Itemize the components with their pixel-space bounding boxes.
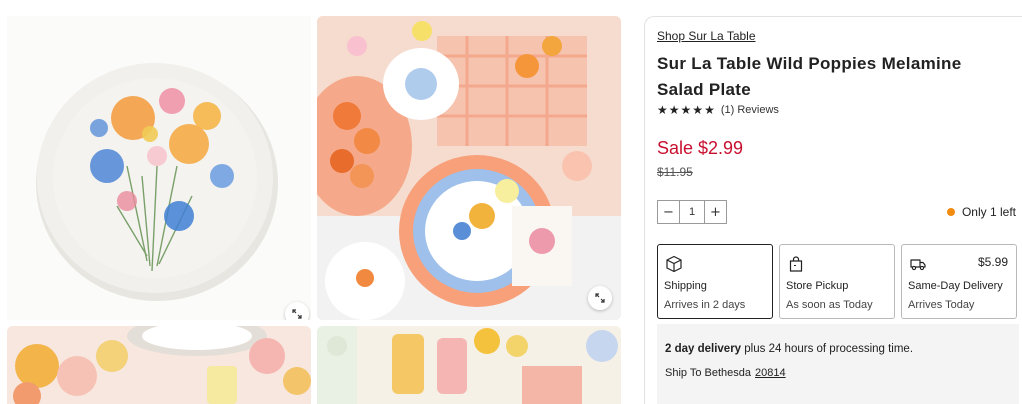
stock-text: Only 1 left <box>961 205 1016 219</box>
star-icon: ★ <box>692 103 704 117</box>
plus-icon: + <box>710 204 721 220</box>
shipping-option[interactable]: Shipping Arrives in 2 days <box>657 244 773 319</box>
gallery-thumbnail[interactable] <box>7 326 311 404</box>
minus-icon: − <box>663 204 674 220</box>
expand-image-button[interactable] <box>588 286 612 310</box>
expand-icon <box>292 309 302 319</box>
zip-code-link[interactable]: 20814 <box>755 367 786 379</box>
product-info-panel: Shop Sur La Table Sur La Table Wild Popp… <box>644 16 1022 404</box>
shipping-option-label: Shipping <box>664 280 707 292</box>
gallery-thumbnail[interactable] <box>317 326 621 404</box>
ship-to-location: Ship To Bethesda 20814 <box>665 367 786 379</box>
star-rating: ★ ★ ★ ★ ★ <box>657 104 715 116</box>
sale-price: Sale $2.99 <box>657 138 744 158</box>
quantity-input[interactable]: 1 <box>680 201 704 223</box>
delivery-estimate: 2 day delivery plus 24 hours of processi… <box>665 343 913 355</box>
shipping-option-eta: Arrives in 2 days <box>664 299 746 311</box>
increase-quantity-button[interactable]: + <box>704 201 726 223</box>
store-pickup-label: Store Pickup <box>786 280 849 292</box>
original-price: $11.95 <box>657 165 693 179</box>
star-icon: ★ <box>680 103 692 117</box>
ship-to-label: Ship To Bethesda <box>665 367 752 379</box>
stock-dot-icon <box>946 208 955 216</box>
decrease-quantity-button[interactable]: − <box>658 201 680 223</box>
expand-icon <box>595 293 605 303</box>
store-pickup-option[interactable]: Store Pickup As soon as Today <box>779 244 895 319</box>
product-rating: ★ ★ ★ ★ ★ (1) Reviews <box>657 104 779 116</box>
star-icon: ★ <box>657 103 668 117</box>
same-day-delivery-label: Same-Day Delivery <box>908 280 1003 292</box>
stock-indicator: Only 1 left <box>946 205 1016 219</box>
same-day-delivery-price: $5.99 <box>977 255 1008 269</box>
lifestyle-image[interactable] <box>317 16 621 320</box>
shop-brand-link[interactable]: Shop Sur La Table <box>657 29 756 43</box>
same-day-delivery-option[interactable]: $5.99 Same-Day Delivery Arrives Today <box>901 244 1017 319</box>
delivery-truck-icon <box>910 259 926 271</box>
quantity-stepper: − 1 + <box>657 200 727 224</box>
shopping-bag-icon <box>789 256 803 272</box>
delivery-estimate-rest: plus 24 hours of processing time. <box>741 343 914 355</box>
box-icon <box>666 255 682 273</box>
main-product-image[interactable] <box>7 16 311 320</box>
expand-image-button[interactable] <box>285 302 309 320</box>
same-day-delivery-eta: Arrives Today <box>908 299 975 311</box>
reviews-link[interactable]: (1) Reviews <box>721 104 779 116</box>
delivery-estimate-bold: 2 day delivery <box>665 343 742 355</box>
star-icon: ★ <box>704 103 715 117</box>
store-pickup-eta: As soon as Today <box>786 299 873 311</box>
delivery-info: 2 day delivery plus 24 hours of processi… <box>657 324 1019 404</box>
star-icon: ★ <box>668 103 680 117</box>
product-title: Sur La Table Wild Poppies Melamine Salad… <box>657 54 962 99</box>
